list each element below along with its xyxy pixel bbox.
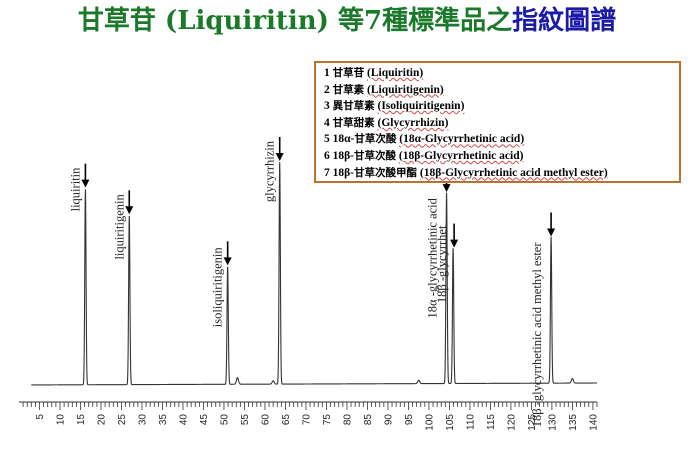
legend-num: 4 [324, 116, 330, 129]
legend-num: 1 [324, 67, 330, 79]
legend-zh: 甘草甜素 [332, 116, 375, 129]
x-tick-label: 10 [55, 414, 66, 426]
x-tick-label: 70 [301, 414, 312, 426]
peak-label: 18β -glycyrrhetinic acid methyl ester [530, 242, 544, 428]
x-axis: 5 10 15 20 25 30 35 40 45 50 55 60 65 70 75 80 85 90 95 100… [19, 401, 599, 431]
x-tick-label: 40 [178, 414, 189, 426]
x-tick-label: 135 [568, 414, 579, 431]
legend-item: 3 異甘草素 (Isoliquiritigenin) [324, 98, 673, 115]
x-tick-label: 115 [486, 414, 497, 430]
legend-num: 5 18α- [324, 133, 355, 146]
peak-arrow-head [442, 184, 451, 193]
compound-legend: 1 甘草苷 (Liquiritin) 2 甘草素 (Liquiritigenin… [314, 61, 681, 183]
legend-zh: 甘草素 [332, 83, 365, 96]
legend-item: 7 18β-甘草次酸甲酯 (18β-Glycyrrhetinic acid me… [324, 165, 673, 182]
x-tick-label: 60 [260, 414, 271, 426]
x-tick-label: 15 [76, 414, 87, 426]
x-tick-label: 105 [445, 414, 456, 431]
legend-num: 7 18β- [324, 166, 355, 179]
peak-arrow-head [450, 239, 459, 248]
x-tick-label: 90 [383, 414, 394, 426]
legend-en: (Isoliquiritigenin) [377, 100, 465, 113]
legend-num: 2 [324, 83, 330, 96]
legend-en: (18α-Glycyrrhetinic acid) [399, 133, 525, 146]
x-tick-label: 35 [158, 414, 169, 426]
x-tick-label: 100 [424, 414, 435, 431]
x-tick-label: 80 [342, 414, 353, 426]
x-tick-label: 20 [96, 414, 107, 426]
x-tick-label: 140 [588, 414, 599, 431]
peak-label: 18β -glycyrrhet [435, 225, 449, 303]
legend-zh: 甘草苷 [332, 67, 365, 79]
legend-en: (Glycyrrhizin) [377, 116, 449, 129]
legend-item: 4 甘草甜素 (Glycyrrhizin) [324, 115, 673, 132]
legend-zh: 異甘草素 [332, 100, 375, 113]
legend-en: (Liquiritin) [367, 67, 424, 79]
x-tick-label: 85 [363, 414, 374, 426]
x-tick-label: 65 [281, 414, 292, 426]
legend-item: 1 甘草苷 (Liquiritin) [324, 65, 673, 82]
legend-item: 5 18α-甘草次酸 (18α-Glycyrrhetinic acid) [324, 131, 673, 148]
legend-num: 6 18β- [324, 149, 355, 162]
x-tick-label: 55 [240, 414, 251, 426]
x-tick-label: 5 [35, 414, 46, 420]
peak-label: glycyrrhizin [263, 140, 277, 202]
legend-zh: 甘草次酸 [354, 133, 397, 146]
peak-arrow-head [223, 257, 232, 266]
x-tick-label: 95 [404, 414, 415, 426]
legend-en: (18β-Glycyrrhetinic acid methyl ester) [419, 166, 608, 179]
legend-item: 2 甘草素 (Liquiritigenin) [324, 82, 673, 99]
x-tick-label: 25 [117, 414, 128, 426]
x-tick-label: 30 [137, 414, 148, 426]
x-tick-label: 110 [465, 414, 476, 430]
x-tick-label: 120 [506, 414, 517, 431]
legend-zh: 甘草次酸甲酯 [354, 166, 418, 179]
peak-label: liquiritin [68, 167, 82, 212]
peak-arrow-head [547, 228, 556, 237]
x-tick-label: 50 [219, 414, 230, 426]
legend-num: 3 [324, 100, 330, 113]
peak-arrow-head [275, 153, 284, 161]
legend-en: (18β-Glycyrrhetinic acid) [398, 149, 524, 162]
peak-label: liquiritigenin [112, 194, 126, 260]
x-tick-label: 75 [322, 414, 333, 426]
x-tick-label: 125 [527, 414, 538, 431]
legend-en: (Liquiritigenin) [367, 83, 444, 96]
legend-zh: 甘草次酸 [354, 149, 397, 162]
peak-arrow-head [125, 206, 134, 215]
x-tick-label: 130 [547, 414, 558, 431]
legend-item: 6 18β-甘草次酸 (18β-Glycyrrhetinic acid) [324, 148, 673, 165]
x-tick-label: 45 [199, 414, 210, 426]
peak-label: isoliquiritigenin [211, 247, 225, 328]
peak-arrow-head [81, 179, 90, 188]
